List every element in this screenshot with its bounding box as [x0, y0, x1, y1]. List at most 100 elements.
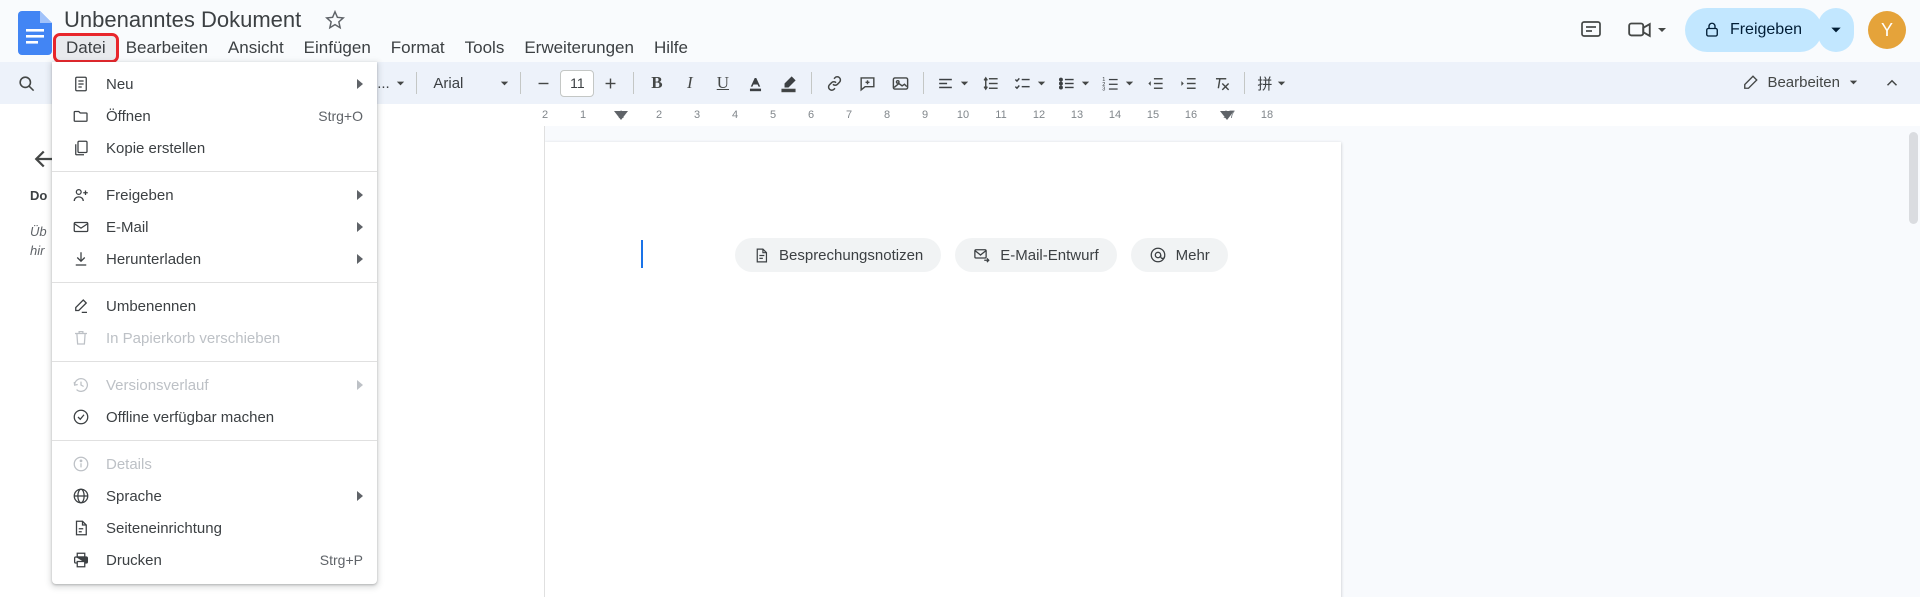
- file-menu-dropdown[interactable]: Neu Öffnen Strg+O Kopie erstellen Freige…: [52, 62, 377, 584]
- bulleted-list-icon: [1057, 74, 1076, 93]
- menu-item-label: Kopie erstellen: [106, 139, 206, 157]
- bulleted-list-dropdown[interactable]: [1051, 68, 1095, 98]
- link-icon[interactable]: [818, 67, 851, 100]
- editing-mode-button[interactable]: Bearbeiten: [1729, 66, 1871, 99]
- globe-icon: [70, 485, 92, 507]
- italic-button[interactable]: I: [673, 67, 706, 100]
- avatar[interactable]: Y: [1868, 11, 1906, 49]
- menu-divider: [52, 440, 377, 441]
- menu-item-details: Details: [52, 448, 377, 480]
- menu-item-sprache[interactable]: Sprache: [52, 480, 377, 512]
- chip-email-entwurf[interactable]: E-Mail-Entwurf: [955, 238, 1117, 272]
- menu-item-umbenennen[interactable]: Umbenennen: [52, 290, 377, 322]
- star-outline-icon[interactable]: [324, 9, 346, 31]
- menu-item-herunterladen[interactable]: Herunterladen: [52, 243, 377, 275]
- ruler-tick: 10: [956, 109, 970, 121]
- chip-mehr[interactable]: Mehr: [1130, 238, 1228, 272]
- svg-text:3: 3: [1103, 86, 1106, 92]
- menu-item-label: Offline verfügbar machen: [106, 408, 275, 426]
- new-document-icon: [70, 73, 92, 95]
- menu-format[interactable]: Format: [381, 36, 455, 60]
- checklist-dropdown[interactable]: [1007, 68, 1051, 98]
- submenu-arrow-icon: [357, 254, 363, 264]
- text-color-icon[interactable]: [739, 67, 772, 100]
- comment-history-icon[interactable]: [1571, 10, 1611, 50]
- decrease-font-size-button[interactable]: [527, 67, 560, 100]
- share-dropdown-button[interactable]: [1818, 8, 1854, 52]
- printer-icon: [70, 549, 92, 571]
- checklist-icon: [1013, 74, 1032, 93]
- menu-datei[interactable]: Datei: [53, 33, 119, 63]
- menu-item-label: Drucken: [106, 551, 162, 569]
- line-spacing-icon[interactable]: [974, 67, 1007, 100]
- indent-marker-icon[interactable]: [1220, 111, 1234, 120]
- menu-erweiterungen[interactable]: Erweiterungen: [514, 36, 644, 60]
- menu-ansicht[interactable]: Ansicht: [218, 36, 294, 60]
- menu-item-email[interactable]: E-Mail: [52, 211, 377, 243]
- clear-formatting-icon[interactable]: [1205, 67, 1238, 100]
- menu-item-offline-verfuegbar-machen[interactable]: Offline verfügbar machen: [52, 401, 377, 433]
- ruler-tick: 3: [693, 109, 701, 121]
- add-comment-icon[interactable]: [851, 67, 884, 100]
- ruler-tick: 13: [1070, 109, 1084, 121]
- docs-logo-icon[interactable]: [18, 11, 52, 55]
- chevron-down-icon: [1848, 77, 1859, 88]
- toolbar-divider: [416, 72, 418, 94]
- menu-tools[interactable]: Tools: [455, 36, 515, 60]
- document-page[interactable]: Besprechungsnotizen E-Mail-Entwurf Mehr: [545, 142, 1341, 597]
- pencil-edit-icon: [1741, 74, 1759, 92]
- numbered-list-dropdown[interactable]: 1 2 3: [1095, 68, 1139, 98]
- ruler-tick: 14: [1108, 109, 1122, 121]
- document-title[interactable]: Unbenanntes Dokument: [60, 5, 305, 35]
- collapse-toolbar-button[interactable]: [1875, 66, 1908, 99]
- decrease-indent-icon[interactable]: [1139, 67, 1172, 100]
- menu-item-label: Umbenennen: [106, 297, 197, 315]
- menu-einfuegen[interactable]: Einfügen: [294, 36, 381, 60]
- chevron-down-icon: [1080, 78, 1091, 89]
- folder-open-icon: [70, 105, 92, 127]
- text-cursor: [641, 240, 643, 268]
- menu-item-kopie-erstellen[interactable]: Kopie erstellen: [52, 132, 377, 164]
- menu-bearbeiten[interactable]: Bearbeiten: [116, 36, 218, 60]
- submenu-arrow-icon: [357, 380, 363, 390]
- indent-marker-icon[interactable]: [614, 111, 628, 120]
- toolbar-divider: [633, 72, 635, 94]
- chip-besprechungsnotizen[interactable]: Besprechungsnotizen: [735, 238, 942, 272]
- menu-item-freigeben[interactable]: Freigeben: [52, 179, 377, 211]
- share-button[interactable]: Freigeben: [1684, 8, 1822, 52]
- meet-button[interactable]: [1617, 11, 1679, 49]
- bold-button[interactable]: B: [640, 67, 673, 100]
- search-icon[interactable]: [10, 67, 43, 100]
- font-size-input[interactable]: 11: [560, 69, 595, 97]
- chevron-down-icon: [1124, 78, 1135, 89]
- font-family-dropdown[interactable]: Arial: [423, 68, 514, 98]
- align-dropdown[interactable]: [930, 68, 974, 98]
- menu-item-oeffnen[interactable]: Öffnen Strg+O: [52, 100, 377, 132]
- input-tools-icon: 拼: [1257, 75, 1273, 93]
- menu-item-label: Versionsverlauf: [106, 376, 209, 394]
- ruler-tick: 2: [541, 109, 549, 121]
- increase-font-size-button[interactable]: [594, 67, 627, 100]
- chip-label: E-Mail-Entwurf: [1000, 246, 1099, 264]
- chip-label: Mehr: [1175, 246, 1210, 264]
- app-bar-actions: Freigeben Y: [1571, 8, 1906, 52]
- menu-item-label: Herunterladen: [106, 250, 202, 268]
- chevron-down-icon: [1829, 23, 1843, 37]
- document-canvas[interactable]: Besprechungsnotizen E-Mail-Entwurf Mehr: [545, 126, 1920, 597]
- ruler-tick: 2: [655, 109, 663, 121]
- ruler-track: 2 1 1 2 3 4 5 6 7 8 9 10 11 12 13 14 15 …: [541, 108, 1345, 122]
- underline-button[interactable]: U: [706, 67, 739, 100]
- increase-indent-icon[interactable]: [1172, 67, 1205, 100]
- menu-item-neu[interactable]: Neu: [52, 68, 377, 100]
- vertical-scrollbar[interactable]: [1909, 132, 1918, 224]
- menu-item-label: Seiteneinrichtung: [106, 519, 222, 537]
- menu-item-shortcut: Strg+P: [319, 552, 363, 568]
- menu-item-label: Neu: [106, 75, 134, 93]
- menu-hilfe[interactable]: Hilfe: [644, 36, 698, 60]
- input-tools-dropdown[interactable]: 拼: [1251, 68, 1291, 98]
- menu-item-seiteneinrichtung[interactable]: Seiteneinrichtung: [52, 512, 377, 544]
- highlight-pen-icon[interactable]: [772, 67, 805, 100]
- menu-item-drucken[interactable]: Drucken Strg+P: [52, 544, 377, 576]
- insert-image-icon[interactable]: [884, 67, 917, 100]
- page-setup-icon: [70, 517, 92, 539]
